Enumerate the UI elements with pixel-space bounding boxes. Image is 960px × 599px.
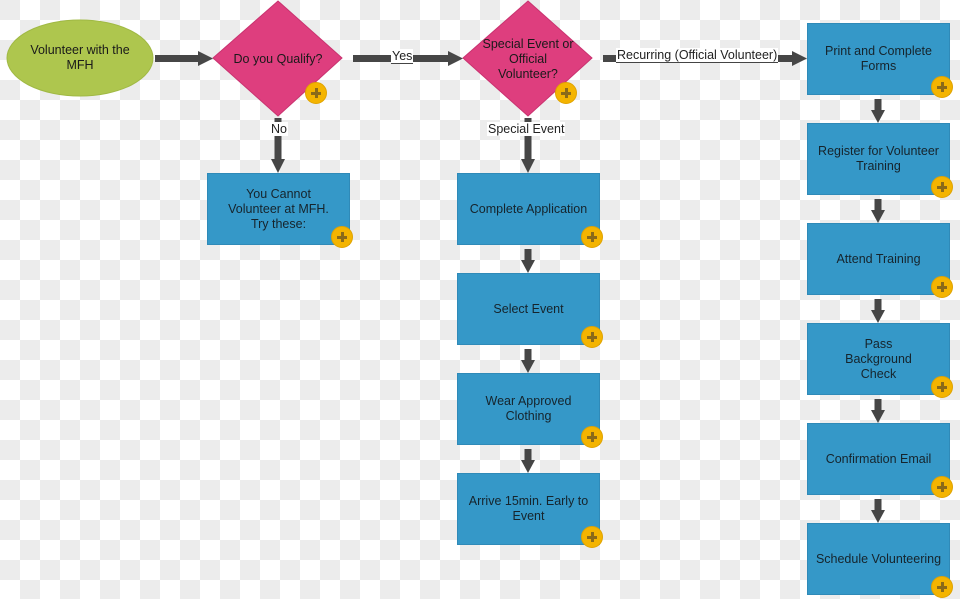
edge-label-recurring: Recurring (Official Volunteer) <box>616 48 779 63</box>
process-background-check[interactable]: Pass Background Check <box>807 323 950 395</box>
process-label: Print and Complete Forms <box>824 44 932 73</box>
decision-qualify[interactable]: Do you Qualify? <box>225 45 331 73</box>
start-node-label: Volunteer with the MFH <box>30 43 130 72</box>
add-button-arrive-early[interactable] <box>581 526 603 548</box>
add-button-type[interactable] <box>555 82 577 104</box>
arrow-start-to-qualify <box>155 51 213 66</box>
arrow-recurring-2-3 <box>871 199 885 223</box>
process-wear-clothing[interactable]: Wear Approved Clothing <box>457 373 600 445</box>
add-button-confirmation-email[interactable] <box>931 476 953 498</box>
process-label: Complete Application <box>469 201 588 216</box>
process-print-forms[interactable]: Print and Complete Forms <box>807 23 950 95</box>
arrow-recurring-5-6 <box>871 499 885 523</box>
arrow-recurring-3-4 <box>871 299 885 323</box>
add-button-attend-training[interactable] <box>931 276 953 298</box>
decision-qualify-label: Do you Qualify? <box>233 51 323 66</box>
add-button-wear-clothing[interactable] <box>581 426 603 448</box>
process-label: You Cannot Volunteer at MFH. Try these: <box>228 186 329 231</box>
arrow-special-2-3 <box>521 349 535 373</box>
process-label: Select Event <box>493 301 564 316</box>
arrow-recurring-4-5 <box>871 399 885 423</box>
start-node[interactable]: Volunteer with the MFH <box>14 38 146 78</box>
decision-type-label: Special Event or Official Volunteer? <box>482 36 574 81</box>
process-label: Schedule Volunteering <box>815 551 942 566</box>
edge-label-special-event: Special Event <box>487 122 566 136</box>
add-button-cannot-volunteer[interactable] <box>331 226 353 248</box>
process-label: Wear Approved Clothing <box>485 394 572 423</box>
add-button-background-check[interactable] <box>931 376 953 398</box>
add-button-qualify[interactable] <box>305 82 327 104</box>
process-label: Attend Training <box>836 251 921 266</box>
process-register-training[interactable]: Register for Volunteer Training <box>807 123 950 195</box>
arrow-special-1-2 <box>521 249 535 273</box>
process-label: Confirmation Email <box>825 451 932 466</box>
process-arrive-early[interactable]: Arrive 15min. Early to Event <box>457 473 600 545</box>
arrow-special-3-4 <box>521 449 535 473</box>
add-button-select-event[interactable] <box>581 326 603 348</box>
decision-type[interactable]: Special Event or Official Volunteer? <box>482 35 574 83</box>
process-label: Register for Volunteer Training <box>818 144 939 173</box>
process-select-event[interactable]: Select Event <box>457 273 600 345</box>
process-cannot-volunteer[interactable]: You Cannot Volunteer at MFH. Try these: <box>207 173 350 245</box>
arrow-recurring-1-2 <box>871 99 885 123</box>
process-confirmation-email[interactable]: Confirmation Email <box>807 423 950 495</box>
add-button-print-forms[interactable] <box>931 76 953 98</box>
add-button-schedule-volunteering[interactable] <box>931 576 953 598</box>
add-button-register-training[interactable] <box>931 176 953 198</box>
edge-label-yes: Yes <box>391 49 414 64</box>
edge-label-no: No <box>270 122 288 136</box>
process-label: Pass Background Check <box>845 336 912 381</box>
process-label: Arrive 15min. Early to Event <box>468 494 589 523</box>
process-schedule-volunteering[interactable]: Schedule Volunteering <box>807 523 950 595</box>
process-complete-application[interactable]: Complete Application <box>457 173 600 245</box>
add-button-complete-application[interactable] <box>581 226 603 248</box>
process-attend-training[interactable]: Attend Training <box>807 223 950 295</box>
